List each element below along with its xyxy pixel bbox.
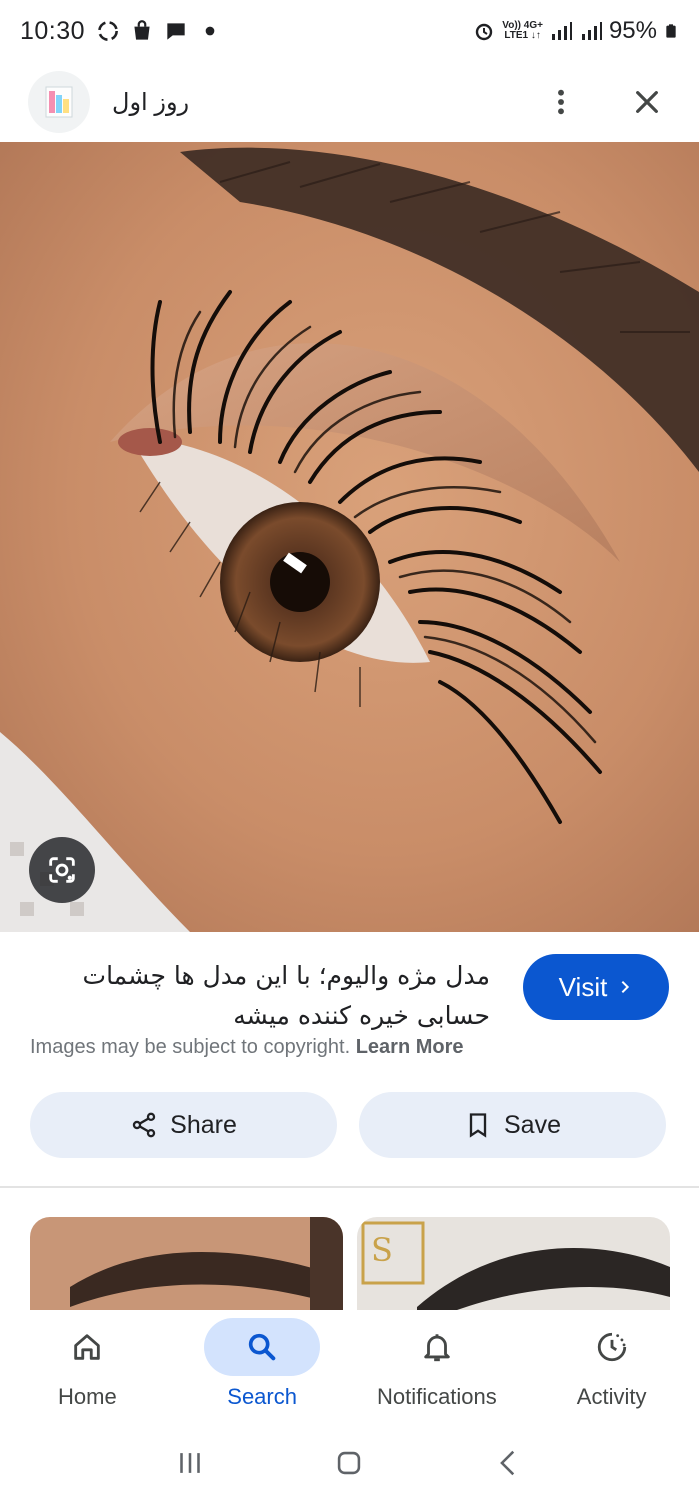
activity-icon: [597, 1332, 626, 1362]
chat-icon: [167, 23, 185, 40]
status-time: 10:30: [20, 16, 86, 45]
nav-search-label: Search: [227, 1384, 297, 1409]
eyelash-closeup-photo[interactable]: [0, 142, 699, 932]
status-bar: 10:30 Vo)) 4G+ LTE1 ↓↑ 95%: [0, 0, 699, 62]
status-system-icons: Vo)) 4G+ LTE1 ↓↑ 95%: [472, 17, 679, 45]
signal-icon: [581, 22, 602, 40]
sync-icon: [98, 21, 119, 41]
battery-icon: [666, 24, 676, 38]
site-favicon-icon[interactable]: [28, 71, 90, 133]
close-icon[interactable]: [631, 86, 663, 118]
nav-home-label: Home: [58, 1384, 117, 1409]
related-images: S: [30, 1217, 670, 1310]
svg-text:S: S: [371, 1231, 393, 1269]
copyright-text: Images may be subject to copyright.: [30, 1036, 351, 1058]
image-viewer-header: روز اول: [0, 62, 699, 142]
alarm-icon: [476, 23, 493, 41]
visit-label: Visit: [558, 971, 608, 1002]
related-image-thumbnail[interactable]: S: [357, 1217, 670, 1310]
save-button[interactable]: Save: [359, 1092, 666, 1158]
store-icon: [134, 20, 150, 40]
home-icon: [74, 1334, 101, 1360]
bell-icon: [424, 1334, 450, 1362]
section-divider: [0, 1186, 699, 1188]
network-type-label: Vo)) 4G+ LTE1 ↓↑: [502, 20, 543, 41]
nav-activity-label: Activity: [576, 1384, 647, 1409]
signal-icon: [551, 22, 572, 40]
more-vert-icon[interactable]: [545, 86, 577, 118]
related-image-thumbnail[interactable]: [30, 1217, 343, 1310]
site-name[interactable]: روز اول: [112, 88, 189, 117]
nav-activity[interactable]: Activity: [524, 1310, 699, 1426]
bookmark-icon: [469, 1113, 487, 1138]
status-notification-icons: [95, 18, 223, 44]
battery-percent: 95%: [608, 17, 657, 44]
share-button[interactable]: Share: [30, 1092, 337, 1158]
share-label: Share: [170, 1110, 237, 1139]
save-label: Save: [504, 1110, 561, 1139]
image-actions: Share Save: [30, 1092, 666, 1158]
nav-notifications-label: Notifications: [376, 1384, 497, 1409]
image-title[interactable]: مدل مژه والیوم؛ با این مدل ها چشمات حساب…: [30, 956, 490, 1036]
recent-apps-icon[interactable]: [173, 1446, 207, 1480]
image-caption-section: مدل مژه والیوم؛ با این مدل ها چشمات حساب…: [0, 932, 699, 1082]
copyright-notice: Images may be subject to copyright. Lear…: [30, 1036, 464, 1059]
visit-button[interactable]: Visit: [523, 954, 669, 1020]
learn-more-link[interactable]: Learn More: [356, 1036, 464, 1058]
nav-search[interactable]: Search: [175, 1310, 350, 1426]
chevron-right-icon: [621, 980, 630, 994]
dot-icon: [205, 26, 215, 36]
search-icon: [248, 1333, 276, 1361]
nav-home[interactable]: Home: [0, 1310, 175, 1426]
system-navigation-bar: [0, 1426, 699, 1500]
bottom-navigation: Home Search Notifications Activity: [0, 1310, 699, 1426]
share-icon: [132, 1112, 156, 1138]
home-button-icon[interactable]: [332, 1446, 366, 1480]
nav-notifications[interactable]: Notifications: [350, 1310, 525, 1426]
google-lens-icon[interactable]: [29, 837, 95, 903]
back-icon[interactable]: [492, 1446, 526, 1480]
